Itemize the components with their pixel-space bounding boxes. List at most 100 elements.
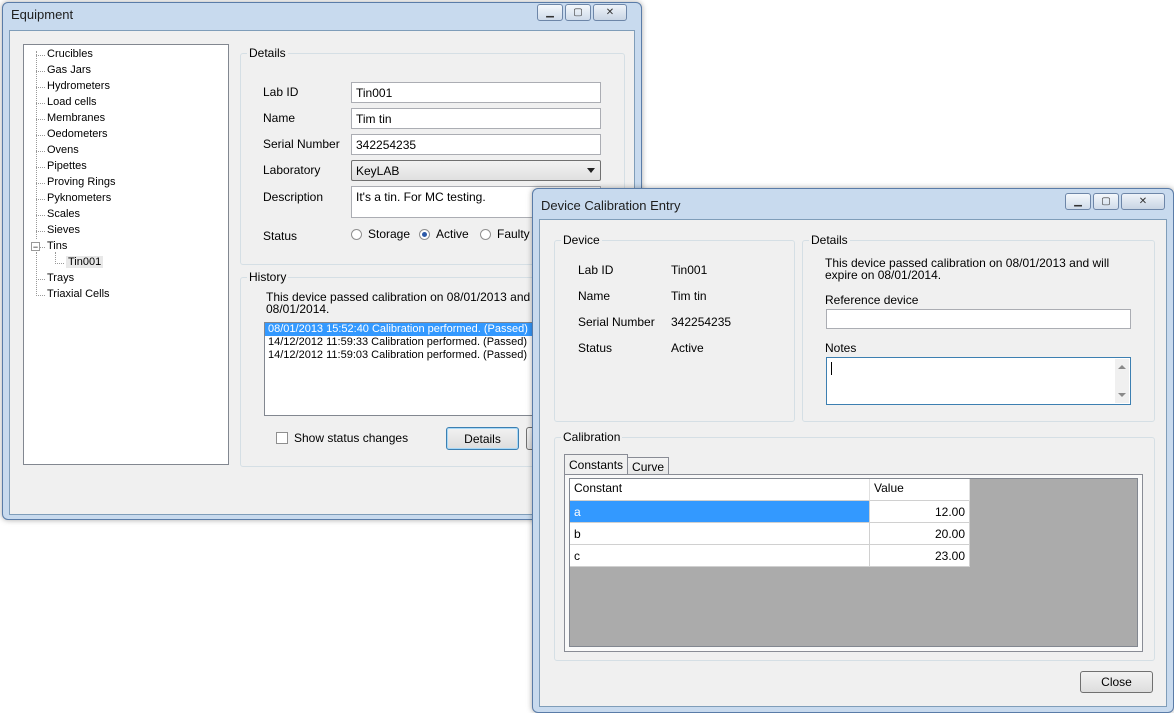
tree-connector	[36, 151, 45, 152]
tree-item-load-cells[interactable]: Load cells	[47, 96, 97, 108]
column-header-constant[interactable]: Constant	[570, 479, 870, 501]
maximize-icon: ▢	[573, 7, 583, 18]
tree-item-trays[interactable]: Trays	[47, 272, 74, 284]
table-cell-value[interactable]: 20.00	[870, 523, 970, 545]
tree-connector	[36, 215, 45, 216]
details-button[interactable]: Details	[446, 427, 519, 450]
equipment-tree[interactable]: Crucibles Gas Jars Hydrometers Load cells Me…	[23, 44, 229, 465]
tree-item-ovens[interactable]: Ovens	[47, 144, 79, 156]
laboratory-label: Laboratory	[263, 163, 321, 177]
close-icon: ✕	[605, 7, 615, 18]
tree-connector	[36, 231, 45, 232]
dialog-title: Device Calibration Entry	[541, 198, 681, 213]
table-cell-value[interactable]: 23.00	[870, 545, 970, 567]
maximize-button[interactable]: ▢	[565, 4, 591, 21]
dialog-caption-buttons: ▁ ▢ ✕	[1063, 193, 1165, 210]
reference-device-label: Reference device	[825, 293, 919, 307]
maximize-icon: ▢	[1101, 196, 1111, 207]
close-button[interactable]: Close	[1080, 671, 1153, 693]
window-title: Equipment	[11, 7, 74, 22]
tree-item-gas-jars[interactable]: Gas Jars	[47, 64, 91, 76]
tree-item-proving-rings[interactable]: Proving Rings	[47, 176, 115, 188]
tree-connector	[36, 295, 45, 296]
scroll-up-icon[interactable]	[1118, 365, 1126, 369]
text-cursor	[831, 362, 832, 376]
tree-item-oedometers[interactable]: Oedometers	[47, 128, 108, 140]
tree-item-scales[interactable]: Scales	[47, 208, 80, 220]
tree-connector	[36, 71, 45, 72]
notes-field[interactable]	[826, 357, 1131, 405]
tree-connector	[36, 167, 45, 168]
calibration-message-line2: expire on 08/01/2014.	[825, 268, 942, 282]
dialog-client: Device Lab ID Tin001 Name Tim tin Serial…	[539, 219, 1167, 707]
close-dialog-button[interactable]: ✕	[1121, 193, 1165, 210]
tree-connector	[36, 103, 45, 104]
tree-item-hydrometers[interactable]: Hydrometers	[47, 80, 110, 92]
table-cell-constant[interactable]: a	[570, 501, 870, 523]
minimize-icon: ▁	[1074, 196, 1082, 207]
show-status-changes-checkbox[interactable]: Show status changes	[276, 431, 408, 445]
tree-item-tins[interactable]: Tins	[47, 240, 67, 252]
table-cell-value[interactable]: 12.00	[870, 501, 970, 523]
reference-device-field[interactable]	[826, 309, 1131, 329]
status-label: Status	[263, 229, 298, 243]
device-lab-id-label: Lab ID	[578, 263, 614, 277]
tree-connector	[36, 119, 45, 120]
name-field[interactable]: Tim tin	[351, 108, 601, 129]
device-lab-id-value: Tin001	[671, 263, 708, 277]
tree-connector	[36, 87, 45, 88]
lab-id-field[interactable]: Tin001	[351, 82, 601, 103]
laboratory-value: KeyLAB	[356, 164, 400, 178]
calibration-dialog: Device Calibration Entry ▁ ▢ ✕ Device La…	[532, 188, 1174, 713]
column-header-value[interactable]: Value	[870, 479, 970, 501]
caption-buttons: ▁ ▢ ✕	[535, 4, 627, 21]
close-icon: ✕	[1138, 196, 1148, 207]
history-message-line2: 08/01/2014.	[266, 302, 330, 316]
tree-connector	[36, 55, 45, 56]
tree-connector	[36, 199, 45, 200]
radio-icon	[351, 228, 362, 240]
constants-grid[interactable]: Constant Value a 12.00 b 20.00 c 23.00	[569, 478, 1138, 647]
radio-icon	[480, 228, 491, 240]
notes-scrollbar[interactable]	[1115, 359, 1129, 403]
tree-connector	[36, 183, 45, 184]
tree-item-crucibles[interactable]: Crucibles	[47, 48, 93, 60]
device-name-label: Name	[578, 289, 611, 303]
radio-selected-icon	[419, 228, 430, 240]
serial-number-label: Serial Number	[263, 137, 340, 151]
minimize-button[interactable]: ▁	[1065, 193, 1091, 210]
name-label: Name	[263, 111, 296, 125]
lab-id-label: Lab ID	[263, 85, 299, 99]
tree-item-triaxial-cells[interactable]: Triaxial Cells	[47, 288, 110, 300]
status-radio-faulty[interactable]: Faulty	[480, 227, 530, 241]
table-cell-constant[interactable]: c	[570, 545, 870, 567]
tree-item-pyknometers[interactable]: Pyknometers	[47, 192, 111, 204]
status-radio-storage[interactable]: Storage	[351, 227, 410, 241]
tree-item-tin001[interactable]: Tin001	[66, 256, 104, 268]
tree-item-sieves[interactable]: Sieves	[47, 224, 80, 236]
tree-connector	[36, 135, 45, 136]
maximize-button[interactable]: ▢	[1093, 193, 1119, 210]
device-serial-label: Serial Number	[578, 315, 655, 329]
description-label: Description	[263, 190, 324, 204]
constants-tab-page: Constant Value a 12.00 b 20.00 c 23.00	[564, 474, 1143, 652]
tree-item-pipettes[interactable]: Pipettes	[47, 160, 87, 172]
device-status-label: Status	[578, 341, 613, 355]
status-radio-active[interactable]: Active	[419, 227, 469, 241]
scroll-down-icon[interactable]	[1118, 393, 1126, 397]
checkbox-icon	[276, 432, 288, 444]
device-status-value: Active	[671, 341, 704, 355]
tree-item-membranes[interactable]: Membranes	[47, 112, 105, 124]
laboratory-select[interactable]: KeyLAB	[351, 160, 601, 181]
table-cell-constant[interactable]: b	[570, 523, 870, 545]
tree-collapse-toggle-icon[interactable]: −	[31, 242, 40, 252]
close-window-button[interactable]: ✕	[593, 4, 627, 21]
device-name-value: Tim tin	[671, 289, 707, 303]
minimize-button[interactable]: ▁	[537, 4, 563, 21]
serial-number-field[interactable]: 342254235	[351, 134, 601, 155]
tree-connector	[55, 263, 64, 264]
minimize-icon: ▁	[546, 7, 554, 18]
device-serial-value: 342254235	[671, 315, 732, 329]
chevron-down-icon	[587, 168, 595, 173]
notes-label: Notes	[825, 341, 857, 355]
